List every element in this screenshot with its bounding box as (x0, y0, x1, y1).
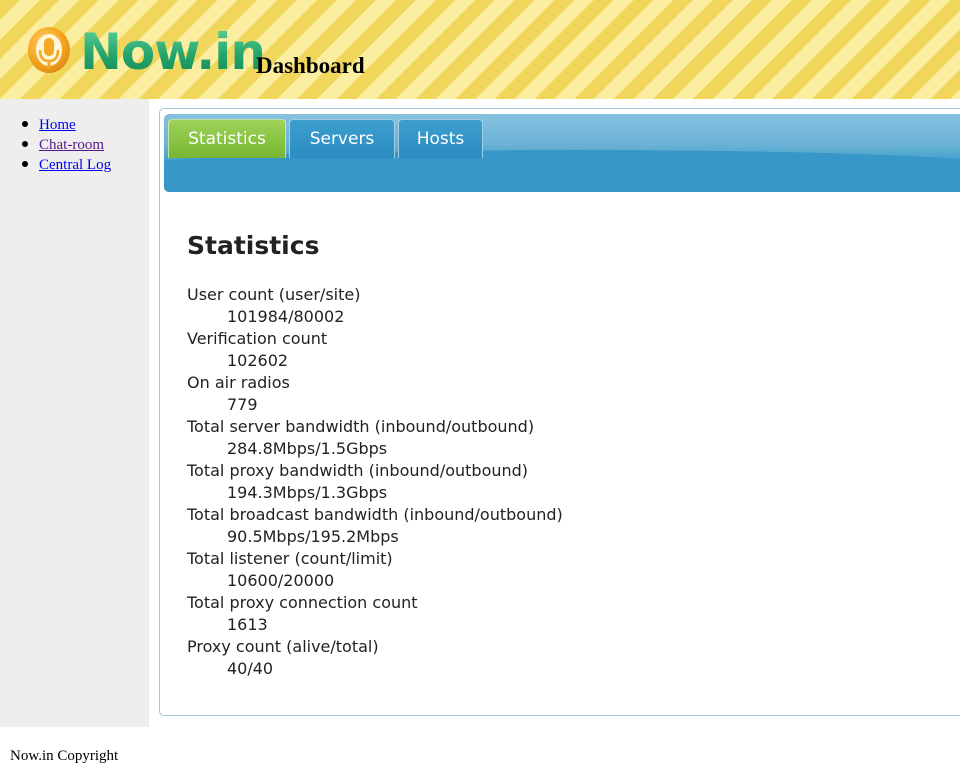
microphone-icon (28, 27, 70, 73)
sidebar-item-chat-room: Chat-room (22, 135, 111, 155)
logo-text: Now.in (80, 23, 266, 81)
content-panel: Statistics Servers Hosts Statistics User… (159, 108, 960, 716)
stat-label: Verification count (187, 329, 328, 348)
statistics-heading: Statistics (187, 231, 320, 260)
logo[interactable]: Now.in (26, 23, 266, 81)
stat-value: 779 (227, 395, 258, 414)
stat-value: 1613 (227, 615, 268, 634)
stat-label: On air radios (187, 373, 290, 392)
stat-label: Proxy count (alive/total) (187, 637, 379, 656)
tab-hosts[interactable]: Hosts (398, 119, 483, 158)
statistics-list: User count (user/site) 101984/80002 Veri… (187, 284, 563, 680)
footer-copyright: Now.in Copyright (10, 748, 119, 764)
sidebar-link-home[interactable]: Home (39, 117, 76, 133)
stat-label: Total broadcast bandwidth (inbound/outbo… (187, 505, 563, 524)
sidebar: Home Chat-room Central Log (0, 99, 149, 727)
sidebar-link-chat-room[interactable]: Chat-room (39, 137, 104, 153)
stat-label: Total proxy connection count (187, 593, 418, 612)
tab-servers[interactable]: Servers (289, 119, 395, 158)
stat-label: User count (user/site) (187, 285, 361, 304)
tab-statistics[interactable]: Statistics (168, 119, 286, 158)
sidebar-item-home: Home (22, 115, 111, 135)
stat-value: 101984/80002 (227, 307, 345, 326)
sidebar-nav: Home Chat-room Central Log (22, 115, 111, 175)
stat-label: Total server bandwidth (inbound/outbound… (187, 417, 535, 436)
page-title: Dashboard (256, 53, 365, 78)
sidebar-link-central-log[interactable]: Central Log (39, 157, 111, 173)
sidebar-item-central-log: Central Log (22, 155, 111, 175)
stat-value: 194.3Mbps/1.3Gbps (227, 483, 388, 502)
stat-value: 10600/20000 (227, 571, 335, 590)
stat-value: 102602 (227, 351, 289, 370)
stat-value: 90.5Mbps/195.2Mbps (227, 527, 399, 546)
stat-value: 284.8Mbps/1.5Gbps (227, 439, 388, 458)
stat-label: Total listener (count/limit) (187, 549, 393, 568)
header-banner: Now.in Dashboard (0, 0, 960, 99)
stat-label: Total proxy bandwidth (inbound/outbound) (187, 461, 529, 480)
stat-value: 40/40 (227, 659, 274, 678)
tab-bar: Statistics Servers Hosts (164, 114, 960, 192)
